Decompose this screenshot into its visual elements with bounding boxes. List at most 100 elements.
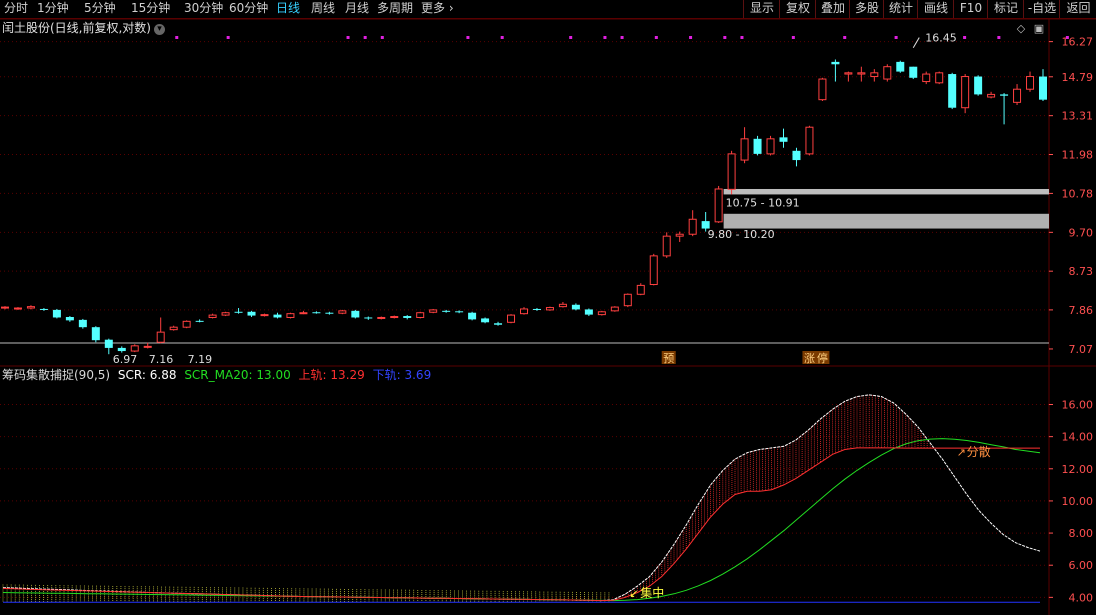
signal-dot [466,36,470,39]
candle [338,309,347,315]
concentrate-arrow-icon: ↙ [629,587,638,600]
signal-dot [380,36,384,39]
candle-body [896,61,905,72]
candle [169,325,178,331]
candle-body [727,153,736,190]
candle [948,72,957,110]
candle [286,312,295,319]
candle-body [221,312,230,316]
candle [714,185,723,223]
candle-body [455,311,464,313]
candle-body [325,312,334,314]
candle-body [935,72,944,84]
candle [662,232,671,258]
lower-value: 3.69 [404,368,432,382]
candle-body [234,311,243,313]
candle [403,315,412,320]
candle-body [91,327,100,341]
candle [221,311,230,317]
candle [455,310,464,314]
signal-dot [1065,36,1069,39]
signal-ting: 停 [817,351,828,365]
candle [1039,69,1047,102]
scr-ma20-line [2,438,1041,602]
candle [792,147,801,167]
indicator-header[interactable]: 筹码集散捕捉(90,5) SCR: 6.88 SCR_MA20: 13.00 上… [2,367,431,383]
low-value-label: 7.16 [149,353,174,366]
candle [494,321,503,326]
candle-body [494,323,503,325]
zone-upper [723,188,1049,195]
candle-body [507,314,516,323]
indicator-tick-label: 4.00 [1069,591,1094,604]
candle [351,309,360,319]
zone-upper-label: 10.75 - 10.91 [726,197,800,210]
candle [26,305,35,310]
signal-dot [569,36,573,39]
stock-title-bar[interactable]: 闰土股份(日线,前复权,对数) ▾ [2,20,165,36]
candle [273,312,282,319]
candle [740,127,749,164]
candle-body [13,307,22,310]
candle [857,66,866,82]
candle [558,302,567,308]
signal-zhang: 涨 [804,352,815,365]
candle-body [481,318,490,323]
candle-body [805,126,814,155]
candle-body [558,303,567,308]
candle-body [286,313,295,318]
candle [987,91,996,99]
stock-chart[interactable]: 16.2714.7913.3111.9810.789.708.737.867.0… [0,0,1096,615]
diamond-icon: ◇ [1017,22,1026,35]
signal-dot [689,36,693,39]
candle-body [597,311,606,316]
candle-body [104,339,113,348]
candle [597,310,606,316]
candle [143,342,152,349]
candle [974,75,983,96]
candle-body [545,307,554,311]
signal-dot [963,36,967,39]
chevron-down-icon[interactable]: ▾ [154,24,165,35]
low-label: 6.97 [113,353,138,366]
indicator-tick-label: 6.00 [1069,559,1094,572]
upper-label: 上轨: [298,368,327,382]
candle [39,308,48,311]
candle-series [1,59,1047,355]
signal-dot [843,36,847,39]
candle [130,344,139,353]
candle-body [987,93,996,98]
candle [688,210,697,237]
candle [1013,84,1022,106]
candle [1,306,9,310]
candle [805,125,814,156]
price-axis: 16.2714.7913.3111.9810.789.708.737.867.0… [1049,36,1093,356]
candle-body [338,310,347,314]
indicator-tick-label: 8.00 [1069,527,1094,540]
signal-yu: 预 [663,352,674,365]
candle-body [844,72,853,75]
candle [753,135,762,156]
candle [649,253,658,286]
candle [636,283,645,296]
candle [727,150,736,195]
candle-body [416,312,425,318]
candle [571,303,580,311]
indicator-tick-label: 10.00 [1062,495,1094,508]
candle-body [26,306,35,309]
candle [831,59,840,82]
zone-lower [723,213,1049,229]
candle-body [922,73,931,83]
candle-body [1026,76,1035,90]
candle-body [714,188,723,223]
low-value-label: 7.19 [188,353,213,366]
candle [208,313,217,319]
signal-dot [363,36,367,39]
upper-band-line [2,447,1040,602]
candle-body [65,317,74,321]
scr-label: SCR: [117,368,146,382]
candle-body [623,293,632,307]
candle [117,346,126,353]
candle-body [273,314,282,318]
candle-body [753,138,762,154]
